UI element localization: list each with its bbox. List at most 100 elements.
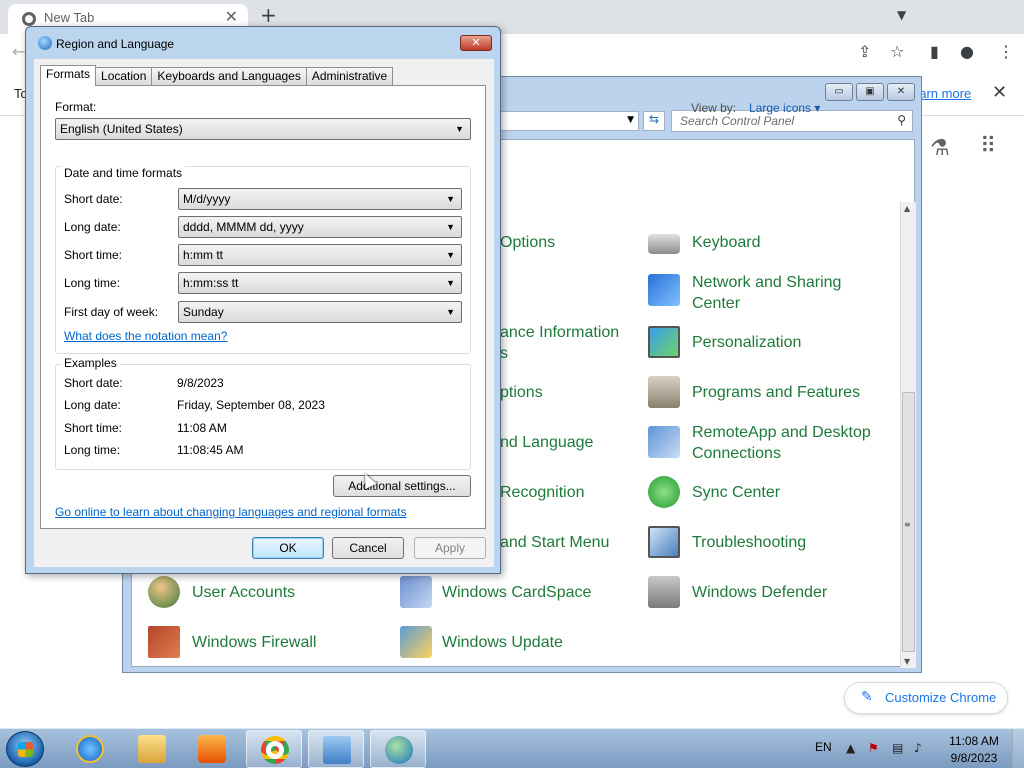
short-date-value: M/d/yyyy [183, 192, 231, 206]
share-icon[interactable]: ⇪ [858, 42, 871, 61]
dropdown-arrow-icon: ▼ [627, 115, 634, 125]
cp-item-label-line2: s [500, 345, 508, 362]
short-date-select[interactable]: M/d/yyyy ▼ [178, 188, 462, 210]
notation-link[interactable]: What does the notation mean? [64, 329, 227, 343]
windows-taskbar: EN ▲ ⚑ ▤ ♪ 11:08 AM 9/8/2023 [0, 728, 1024, 768]
labs-flask-icon[interactable]: ⚗ [930, 136, 950, 161]
control-panel-icon [323, 736, 351, 764]
start-button[interactable] [6, 731, 44, 767]
cp-item-options[interactable]: Options [500, 232, 555, 253]
format-select[interactable]: English (United States) ▼ [55, 118, 471, 140]
first-day-value: Sunday [183, 305, 224, 319]
cp-item-firewall[interactable]: Windows Firewall [192, 632, 316, 653]
cp-item-defender[interactable]: Windows Defender [692, 582, 827, 603]
profile-icon[interactable]: ● [960, 42, 974, 61]
cp-item-troubleshooting[interactable]: Troubleshooting [692, 532, 806, 553]
cp-item-user-accounts[interactable]: User Accounts [192, 582, 295, 603]
star-icon[interactable]: ☆ [890, 42, 904, 61]
new-tab-button[interactable]: + [260, 3, 277, 27]
defender-icon [648, 576, 680, 608]
example-short-time-value: 11:08 AM [177, 421, 227, 435]
dropdown-arrow-icon: ▼ [446, 307, 455, 317]
long-date-select[interactable]: dddd, MMMM dd, yyyy ▼ [178, 216, 462, 238]
menu-dots-icon[interactable]: ⋮ [998, 42, 1014, 61]
short-time-select[interactable]: h:mm tt ▼ [178, 244, 462, 266]
network-icon[interactable]: ▤ [892, 741, 903, 755]
view-by-label: View by: [691, 101, 737, 115]
action-center-icon[interactable]: ⚑ [868, 741, 879, 755]
cp-item-remoteapp[interactable]: RemoteApp and Desktop Connections [692, 422, 871, 464]
infobar-close-icon[interactable]: ✕ [992, 82, 1007, 103]
search-icon[interactable]: ⚲ [897, 113, 906, 127]
close-button[interactable]: ✕ [887, 83, 915, 101]
side-panel-icon[interactable]: ▮ [930, 42, 939, 61]
scroll-up-icon[interactable]: ▲ [904, 204, 910, 213]
address-bar-dropdown[interactable]: ▼ [501, 111, 639, 131]
additional-settings-button[interactable]: Additional settings... [333, 475, 471, 497]
show-desktop-button[interactable] [1012, 729, 1024, 768]
clock-date[interactable]: 9/8/2023 [946, 751, 1002, 765]
apply-button[interactable]: Apply [414, 537, 486, 559]
back-arrow-icon[interactable]: ← [12, 42, 25, 61]
ok-button[interactable]: OK [252, 537, 324, 559]
tab-title: New Tab [44, 10, 95, 25]
folder-icon [138, 735, 166, 763]
vertical-scrollbar[interactable]: ▲ ≡ ▼ [900, 202, 916, 668]
date-time-formats-title: Date and time formats [61, 166, 186, 180]
taskbar-explorer[interactable] [124, 730, 180, 768]
chevron-down-icon[interactable]: ▼ [897, 8, 906, 22]
customize-chrome-button[interactable]: ✎ Customize Chrome [844, 682, 1008, 714]
clock-time[interactable]: 11:08 AM [946, 734, 1002, 748]
examples-title: Examples [61, 356, 120, 370]
long-time-value: h:mm:ss tt [183, 276, 239, 290]
view-by-value: Large icons [749, 101, 812, 115]
example-long-time-value: 11:08:45 AM [177, 443, 244, 457]
tray-expand-icon[interactable]: ▲ [846, 741, 855, 755]
taskbar-chrome[interactable] [246, 730, 302, 768]
cp-item-region-language[interactable]: nd Language [500, 432, 593, 453]
cp-item-label: Windows CardSpace [442, 584, 592, 601]
cp-item-cardspace[interactable]: Windows CardSpace [442, 582, 591, 603]
long-time-select[interactable]: h:mm:ss tt ▼ [178, 272, 462, 294]
tab-location[interactable]: Location [95, 67, 153, 85]
cp-item-label: Windows Firewall [192, 634, 317, 651]
cp-item-keyboard[interactable]: Keyboard [692, 232, 761, 253]
cp-item-speech-recognition[interactable]: Recognition [500, 482, 585, 503]
apps-grid-icon[interactable]: ⠿ [980, 134, 996, 159]
taskbar-media-player[interactable] [184, 730, 240, 768]
scroll-down-icon[interactable]: ▼ [904, 657, 910, 666]
volume-muted-icon[interactable]: ♪ [914, 741, 922, 755]
cp-item-network-sharing[interactable]: Network and Sharing Center [692, 272, 841, 314]
network-sharing-icon [648, 274, 680, 306]
online-languages-link[interactable]: Go online to learn about changing langua… [55, 505, 407, 519]
view-by-dropdown[interactable]: Large icons ▾ [749, 101, 820, 115]
tab-administrative[interactable]: Administrative [305, 67, 394, 85]
cancel-button[interactable]: Cancel [332, 537, 404, 559]
cp-item-programs-features[interactable]: Programs and Features [692, 382, 860, 403]
first-day-select[interactable]: Sunday ▼ [178, 301, 462, 323]
cp-item-label: Keyboard [692, 234, 761, 251]
format-label: Format: [55, 100, 97, 114]
long-time-label: Long time: [64, 276, 121, 290]
tab-close-icon[interactable]: ✕ [225, 7, 238, 26]
dialog-title: Region and Language [56, 37, 175, 51]
cp-item-label: Network and Sharing [692, 274, 842, 291]
cp-item-power-options[interactable]: ptions [500, 382, 543, 403]
minimize-button[interactable]: ▭ [825, 83, 853, 101]
personalization-icon [648, 326, 680, 358]
taskbar-internet-explorer[interactable] [62, 730, 118, 768]
cp-item-personalization[interactable]: Personalization [692, 332, 801, 353]
cp-item-label-line2: Connections [692, 445, 781, 462]
refresh-icon[interactable]: ⇆ [643, 111, 665, 131]
tab-keyboards-languages[interactable]: Keyboards and Languages [151, 67, 307, 85]
tab-formats[interactable]: Formats [40, 65, 97, 86]
language-indicator[interactable]: EN [815, 740, 832, 754]
cp-item-sync-center[interactable]: Sync Center [692, 482, 780, 503]
cp-item-performance[interactable]: ance Information s [500, 322, 619, 364]
taskbar-control-panel[interactable] [308, 730, 364, 768]
cp-item-taskbar-start-menu[interactable]: and Start Menu [500, 532, 609, 553]
dialog-close-button[interactable]: ✕ [460, 35, 492, 51]
taskbar-region-language[interactable] [370, 730, 426, 768]
maximize-button[interactable]: ▣ [856, 83, 884, 101]
cp-item-windows-update[interactable]: Windows Update [442, 632, 563, 653]
